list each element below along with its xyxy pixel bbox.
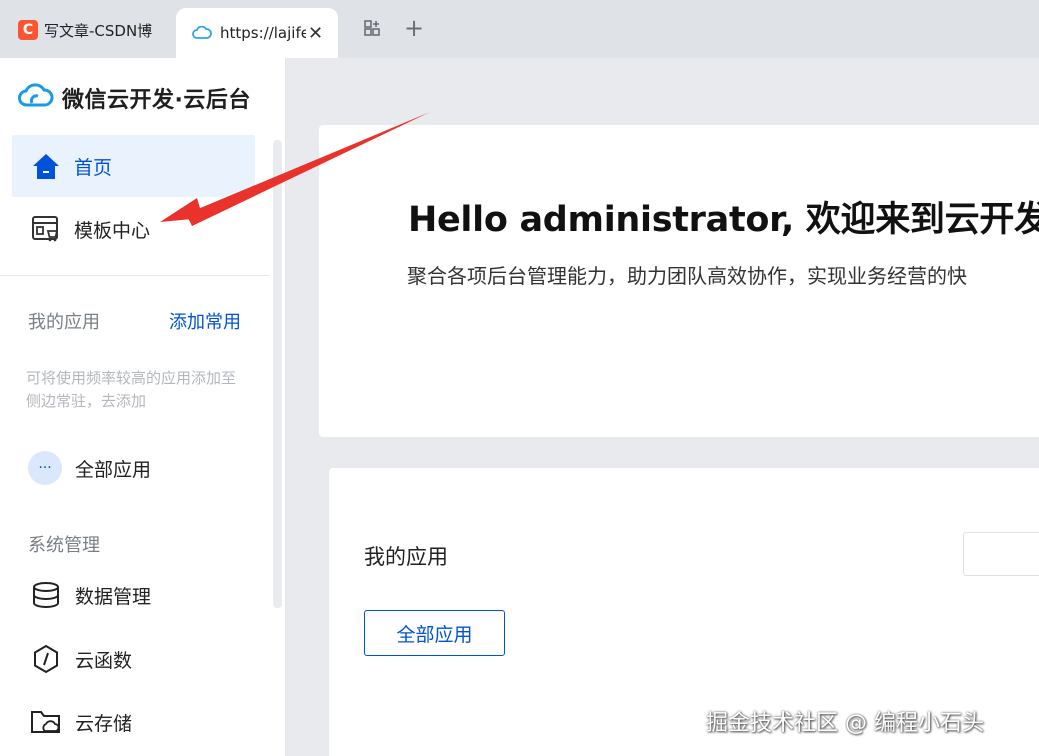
sidebar-item-template-center[interactable]: 模板中心 [12,198,255,260]
brand: 微信云开发·云后台 [18,82,251,114]
sidebar-scrollbar[interactable] [273,140,282,608]
my-apps-hint: 可将使用频率较高的应用添加至侧边常驻，去添加 [26,369,237,410]
sidebar-item-label: 首页 [74,156,113,179]
browser-tab-active[interactable]: https://lajife ✕ [176,8,338,58]
home-icon [30,150,62,182]
template-icon [30,213,62,245]
extensions-icon[interactable] [361,17,383,39]
sidebar-item-label: 云存储 [75,712,133,735]
more-icon: ··· [28,451,62,485]
csdn-favicon-icon: C [18,20,38,40]
my-apps-heading: 我的应用 [28,312,100,333]
brand-title: 微信云开发·云后台 [62,88,251,113]
sidebar-item-label: 全部应用 [75,458,152,481]
add-common-link[interactable]: 添加常用 [169,308,241,334]
system-management-heading: 系统管理 [28,535,100,556]
my-apps-title: 我的应用 [364,545,448,569]
cloud-logo-icon [18,83,54,113]
sidebar-item-cloud-storage[interactable]: 云存储 [30,704,132,740]
all-apps-button[interactable]: 全部应用 [364,610,505,656]
sidebar-item-label: 模板中心 [74,219,151,242]
storage-icon [30,706,62,738]
sidebar-item-database[interactable]: 数据管理 [30,577,151,613]
tab-title: https://lajife [220,24,306,42]
sidebar: 微信云开发·云后台 首页 模板中心 我的应用 添加常用 可将使用频率较高的应用添… [0,58,286,756]
close-tab-icon[interactable]: ✕ [308,23,323,44]
welcome-card: Hello administrator, 欢迎来到云开发 聚合各项后台管理能力，… [319,125,1039,437]
tab-title: 写文章-CSDN博 [44,21,153,40]
welcome-title: Hello administrator, 欢迎来到云开发 [408,200,1039,240]
apps-search-input[interactable] [963,532,1039,576]
sidebar-divider [0,275,270,276]
function-icon [30,643,62,675]
sidebar-item-label: 数据管理 [75,585,152,608]
watermark: 掘金技术社区 @ 编程小石头 [706,711,984,736]
sidebar-item-label: 云函数 [75,649,133,672]
sidebar-item-all-apps[interactable]: ··· 全部应用 [28,448,151,488]
cloud-favicon-icon [192,26,212,40]
database-icon [30,579,62,611]
browser-tab-bar: C 写文章-CSDN博 https://lajife ✕ + [0,0,1039,58]
welcome-subtitle: 聚合各项后台管理能力，助力团队高效协作，实现业务经营的快 [407,264,967,288]
browser-tab-csdn[interactable]: C 写文章-CSDN博 [10,8,160,52]
new-tab-button[interactable]: + [403,14,425,42]
sidebar-item-cloud-function[interactable]: 云函数 [30,641,132,677]
sidebar-item-home[interactable]: 首页 [12,135,255,197]
